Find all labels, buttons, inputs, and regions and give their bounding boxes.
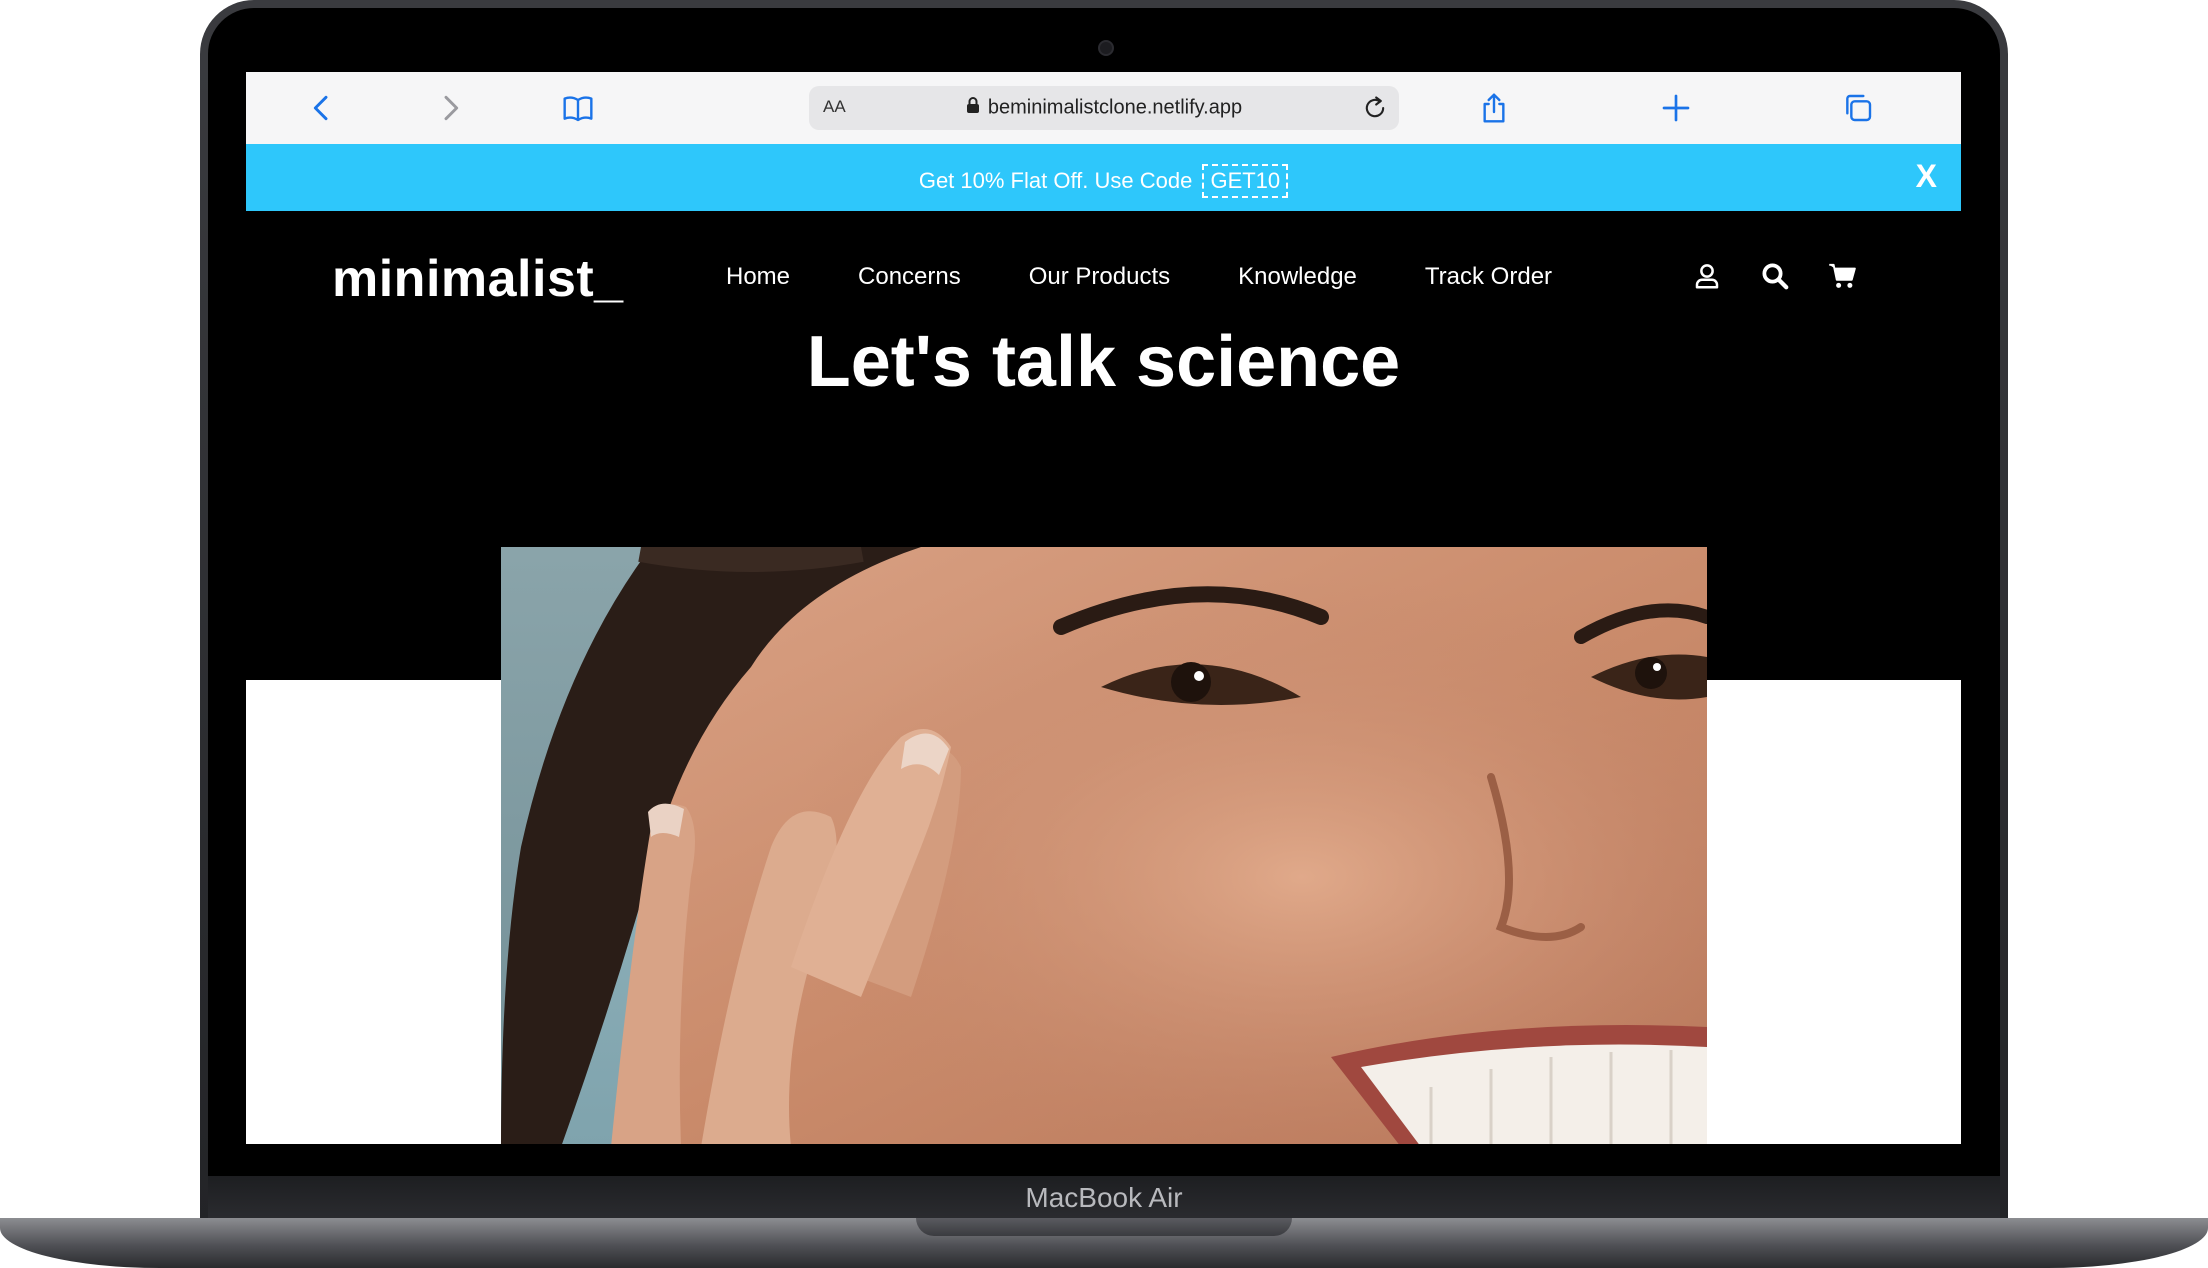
bookmarks-icon[interactable] xyxy=(560,90,596,126)
url-text: beminimalistclone.netlify.app xyxy=(987,96,1243,119)
nav-our-products[interactable]: Our Products xyxy=(1029,263,1170,291)
nav-track-order[interactable]: Track Order xyxy=(1425,263,1552,291)
nav-concerns[interactable]: Concerns xyxy=(858,263,961,291)
forward-icon[interactable] xyxy=(432,90,468,126)
address-bar[interactable]: AA beminimalistclone.netlify.app xyxy=(809,86,1399,130)
hero-image xyxy=(501,547,1707,1144)
promo-text-wrapper: Get 10% Flat Off. Use Code GET10 xyxy=(246,164,1961,198)
promo-banner: Get 10% Flat Off. Use Code GET10 X xyxy=(246,144,1961,211)
device-label: MacBook Air xyxy=(1025,1182,1183,1213)
user-icon[interactable] xyxy=(1692,261,1722,291)
nav-home[interactable]: Home xyxy=(726,263,790,291)
browser-screen: AA beminimalistclone.netlify.app Get 10%… xyxy=(246,72,1961,1144)
share-icon[interactable] xyxy=(1476,90,1512,126)
nav-knowledge[interactable]: Knowledge xyxy=(1238,263,1357,291)
search-icon[interactable] xyxy=(1760,261,1790,291)
back-icon[interactable] xyxy=(304,90,340,126)
header-icons xyxy=(1692,261,1858,291)
url-display: beminimalistclone.netlify.app xyxy=(809,96,1399,120)
promo-close-button[interactable]: X xyxy=(1916,158,1937,195)
reload-icon[interactable] xyxy=(1361,94,1389,122)
camera-icon xyxy=(1098,40,1114,56)
promo-text: Get 10% Flat Off. Use Code xyxy=(918,168,1193,193)
lock-icon xyxy=(966,96,980,120)
hero-headline: Let's talk science xyxy=(806,322,1401,402)
site-content: minimalist_ Home Concerns Our Products K… xyxy=(246,211,1961,1144)
new-tab-icon[interactable] xyxy=(1658,90,1694,126)
tabs-icon[interactable] xyxy=(1840,90,1876,126)
main-nav: Home Concerns Our Products Knowledge Tra… xyxy=(726,263,1620,291)
promo-code[interactable]: GET10 xyxy=(1202,164,1289,198)
site-logo[interactable]: minimalist_ xyxy=(332,249,624,309)
cart-icon[interactable] xyxy=(1828,261,1858,291)
browser-toolbar: AA beminimalistclone.netlify.app xyxy=(246,72,1961,144)
laptop-notch xyxy=(916,1218,1292,1236)
